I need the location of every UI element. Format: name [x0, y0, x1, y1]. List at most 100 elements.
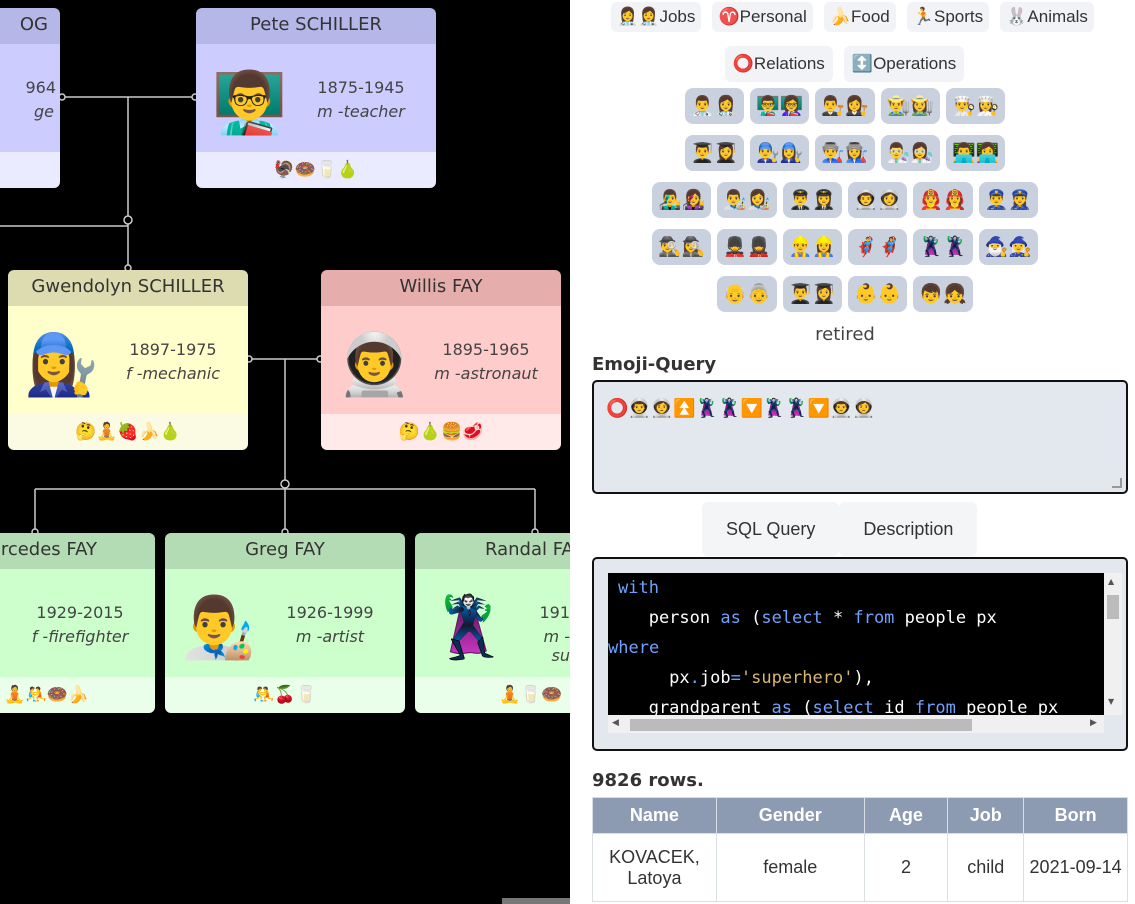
col-header-born[interactable]: Born — [1023, 797, 1128, 834]
person-name: OG — [0, 8, 60, 44]
job-emoji-button[interactable]: 👨‍🚀👩‍🚀 — [848, 182, 908, 218]
sql-token: job — [699, 668, 731, 688]
person-name: Willis FAY — [321, 270, 561, 306]
updown-arrow-icon: ↕️ — [851, 54, 874, 73]
person-card-willis[interactable]: Willis FAY 👨‍🚀 1895-1965 m -astronaut 🤔🍐… — [321, 270, 561, 450]
job-emoji-button[interactable]: 👨‍🚒👩‍🚒 — [913, 182, 973, 218]
person-card-pete[interactable]: Pete SCHILLER 👨‍🏫 1875-1945 m -teacher 🦃… — [196, 8, 436, 188]
sql-token: px — [618, 668, 690, 688]
astronaut-avatar-icon: 👨‍🚀 — [337, 330, 412, 400]
job-emoji-button[interactable]: 🦹‍♂️🦹‍♀️ — [913, 229, 973, 265]
category-operations[interactable]: ↕️Operations — [843, 46, 965, 82]
category-relations[interactable]: ⭕Relations — [724, 46, 833, 82]
job-emoji-button[interactable]: 👨‍💻👩‍💻 — [945, 135, 1006, 171]
category-food[interactable]: 🍌Food — [823, 2, 896, 32]
job-emoji-button[interactable]: 👨‍🔧👩‍🔧 — [750, 135, 810, 171]
person-years: 1895-1965 — [442, 340, 530, 359]
sql-token: with — [618, 578, 659, 598]
job-emoji-button[interactable]: 👨‍⚕️👩‍⚕️ — [684, 88, 744, 124]
job-row: 👨‍🎓👩‍🎓 👨‍🔧👩‍🔧 👨‍🏭👩‍🏭 👨‍🔬👩‍🔬 👨‍💻👩‍💻 — [570, 135, 1120, 182]
person-preferences: 🤔🧘🍓🍌🍐 — [8, 414, 248, 450]
tab-description[interactable]: Description — [839, 502, 978, 556]
cell-name: KOVACEK, Latoya — [592, 833, 717, 902]
query-subtabs: SQL Query Description — [702, 502, 978, 556]
job-emoji-button[interactable]: 👷‍♂️👷‍♀️ — [782, 229, 842, 265]
person-card-randal[interactable]: Randal FA 🦹 191 m -su 🧘🥛🍩 — [415, 533, 570, 713]
job-row: 🕵️‍♂️🕵️‍♀️ 💂‍♂️💂‍♀️ 👷‍♂️👷‍♀️ 🦸‍♂️🦸‍♀️ 🦹‍♂️🦹‍… — [570, 229, 1120, 276]
person-role: m -teacher — [317, 102, 405, 121]
sql-line: px.job='superhero'), — [608, 663, 1104, 693]
cell-gender: female — [715, 833, 865, 902]
tab-sql-query[interactable]: SQL Query — [702, 502, 840, 556]
scroll-right-icon[interactable]: ▶ — [1090, 718, 1097, 728]
job-emoji-button[interactable]: 🕵️‍♂️🕵️‍♀️ — [652, 229, 712, 265]
job-emoji-button[interactable]: 👨‍🎨👩‍🎨 — [717, 182, 777, 218]
scroll-thumb[interactable] — [630, 719, 972, 731]
sql-vertical-scrollbar[interactable]: ▲ ▼ — [1104, 573, 1122, 715]
job-emoji-button[interactable]: 👨‍🏭👩‍🏭 — [815, 135, 875, 171]
job-emoji-button[interactable]: 🧙‍♂️🧙‍♀️ — [978, 229, 1038, 265]
job-emoji-button[interactable]: 👨‍🍳👩‍🍳 — [945, 88, 1006, 124]
person-role: m -su — [543, 627, 570, 665]
job-emoji-button[interactable]: 🦸‍♂️🦸‍♀️ — [848, 229, 908, 265]
job-emoji-button[interactable]: 👶👶 — [848, 276, 908, 312]
sql-line: where — [608, 633, 1104, 663]
job-emoji-button[interactable]: 👨‍🌾👩‍🌾 — [880, 88, 940, 124]
category-sports[interactable]: 🏃Sports — [906, 2, 990, 32]
col-header-gender[interactable]: Gender — [715, 797, 865, 834]
person-years: 964 — [25, 78, 56, 97]
sql-token: as — [771, 698, 793, 715]
sql-token: id — [873, 698, 915, 715]
tree-scrollbar[interactable] — [502, 898, 570, 904]
person-card-mercedes[interactable]: rcedes FAY 1929-2015 f -firefighter 🧘🤼🍩🍌 — [0, 533, 155, 713]
scroll-down-icon[interactable]: ▼ — [1108, 697, 1114, 706]
job-emoji-button[interactable]: 👨‍🎓👩‍🎓 — [684, 135, 744, 171]
cell-job: child — [947, 833, 1025, 902]
table-row[interactable]: KOVACEK, Latoya female 2 child 2021-09-1… — [592, 833, 1128, 902]
category-animals[interactable]: 🐰Animals — [1000, 2, 1094, 32]
job-emoji-button[interactable]: 💂‍♂️💂‍♀️ — [717, 229, 777, 265]
scroll-left-icon[interactable]: ◀ — [612, 718, 619, 728]
sql-line: grandparent as (select id from people px — [608, 693, 1104, 715]
job-emoji-button[interactable]: 👴👵 — [717, 276, 777, 312]
emoji-query-value: ⭕👨‍🚀👩‍🚀⏫🦹‍♂️🦹‍♀️🔽🦹‍♂️🦹‍♀️🔽👨‍🚀👩‍🚀 — [606, 398, 875, 419]
person-name: Pete SCHILLER — [196, 8, 436, 44]
job-emoji-button[interactable]: 👦👧 — [913, 276, 973, 312]
scroll-up-icon[interactable]: ▲ — [1108, 577, 1114, 586]
person-card[interactable]: OG 964 ge — [0, 8, 60, 188]
mechanic-avatar-icon: 👩‍🔧 — [24, 330, 99, 400]
sql-token: from — [914, 698, 956, 715]
sql-horizontal-scrollbar[interactable]: ◀ ▶ — [608, 715, 1104, 733]
person-card-gwendolyn[interactable]: Gwendolyn SCHILLER 👩‍🔧 1897-1975 f -mech… — [8, 270, 248, 450]
circle-icon: ⭕ — [732, 54, 754, 73]
job-emoji-button[interactable]: 👨‍🎤👩‍🎤 — [652, 182, 712, 218]
result-table: Name Gender Age Job Born KOVACEK, Latoya… — [592, 797, 1128, 902]
col-header-age[interactable]: Age — [863, 797, 949, 834]
scroll-thumb[interactable] — [1107, 595, 1119, 619]
sql-token: select — [761, 608, 823, 628]
sql-token: 'superhero' — [740, 668, 854, 688]
emoji-query-input[interactable]: ⭕👨‍🚀👩‍🚀⏫🦹‍♂️🦹‍♀️🔽🦹‍♂️🦹‍♀️🔽👨‍🚀👩‍🚀 — [592, 380, 1128, 494]
job-row: 👨‍🎤👩‍🎤 👨‍🎨👩‍🎨 👨‍✈️👩‍✈️ 👨‍🚀👩‍🚀 👨‍🚒👩‍🚒 👮‍♂️👮‍♀️ — [570, 182, 1120, 229]
job-emoji-button[interactable]: 👨‍🔬👩‍🔬 — [880, 135, 940, 171]
cell-born: 2021-09-14 — [1023, 833, 1128, 902]
job-emoji-button[interactable]: 👮‍♂️👮‍♀️ — [978, 182, 1038, 218]
job-emoji-button[interactable]: 👨‍🎓👩‍🎓 — [782, 276, 842, 312]
job-emoji-button[interactable]: 👨‍🏫👩‍🏫 — [750, 88, 810, 124]
category-jobs[interactable]: 👩‍⚕️👩‍⚕️Jobs — [611, 2, 702, 32]
sql-code-view[interactable]: with person as (select * from people px w… — [608, 573, 1104, 715]
person-role: ge — [34, 102, 54, 121]
sql-token: from — [853, 608, 895, 628]
job-emoji-button[interactable]: 👨‍⚖️👩‍⚖️ — [815, 88, 875, 124]
sql-token: * — [822, 608, 854, 628]
person-preferences: 🤼🍒🥛 — [165, 677, 405, 713]
person-name: rcedes FAY — [0, 533, 155, 569]
col-header-job[interactable]: Job — [947, 797, 1025, 834]
person-name: Greg FAY — [165, 533, 405, 569]
resize-handle-icon[interactable] — [1112, 478, 1122, 488]
col-header-name[interactable]: Name — [592, 797, 717, 834]
job-emoji-button[interactable]: 👨‍✈️👩‍✈️ — [782, 182, 842, 218]
family-tree-canvas[interactable]: OG 964 ge Pete SCHILLER 👨‍🏫 1875-1945 m … — [0, 0, 570, 904]
person-card-greg[interactable]: Greg FAY 👨‍🎨 1926-1999 m -artist 🤼🍒🥛 — [165, 533, 405, 713]
category-personal[interactable]: ♈Personal — [712, 2, 813, 32]
